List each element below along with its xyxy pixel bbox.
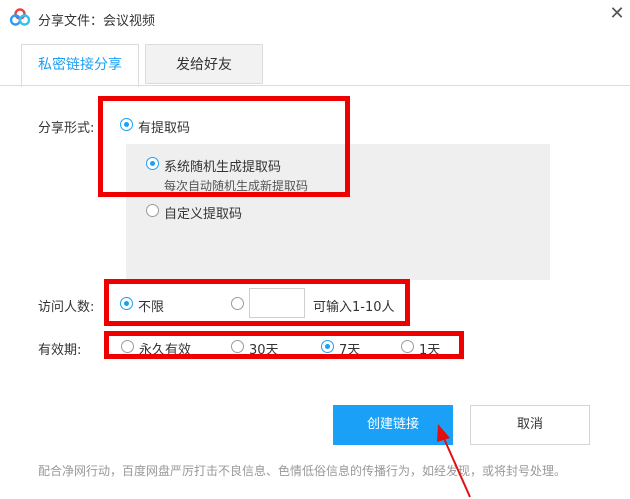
visitors-label: 访问人数:	[38, 300, 95, 315]
close-icon: ✕	[609, 3, 625, 24]
radio-custom-code[interactable]	[146, 204, 159, 217]
annotation-box-share-form	[98, 96, 350, 197]
option-custom-label: 自定义提取码	[164, 207, 243, 222]
close-button[interactable]: ✕	[607, 4, 627, 24]
tab-private-link[interactable]: 私密链接分享	[21, 44, 139, 87]
baidu-netdisk-logo-icon	[10, 8, 30, 26]
tab-divider	[0, 85, 630, 86]
share-form-label: 分享形式:	[38, 121, 95, 136]
validity-label: 有效期:	[38, 343, 82, 358]
annotation-box-visitors	[104, 279, 410, 326]
annotation-box-validity	[104, 331, 464, 359]
tab-bar: 私密链接分享 发给好友	[0, 36, 630, 87]
annotation-arrow-icon	[437, 424, 471, 498]
window-title: 分享文件：会议视频	[38, 14, 156, 29]
tab-send-to-friend[interactable]: 发给好友	[145, 44, 263, 84]
title-bar: 分享文件：会议视频 ✕	[0, 0, 630, 36]
